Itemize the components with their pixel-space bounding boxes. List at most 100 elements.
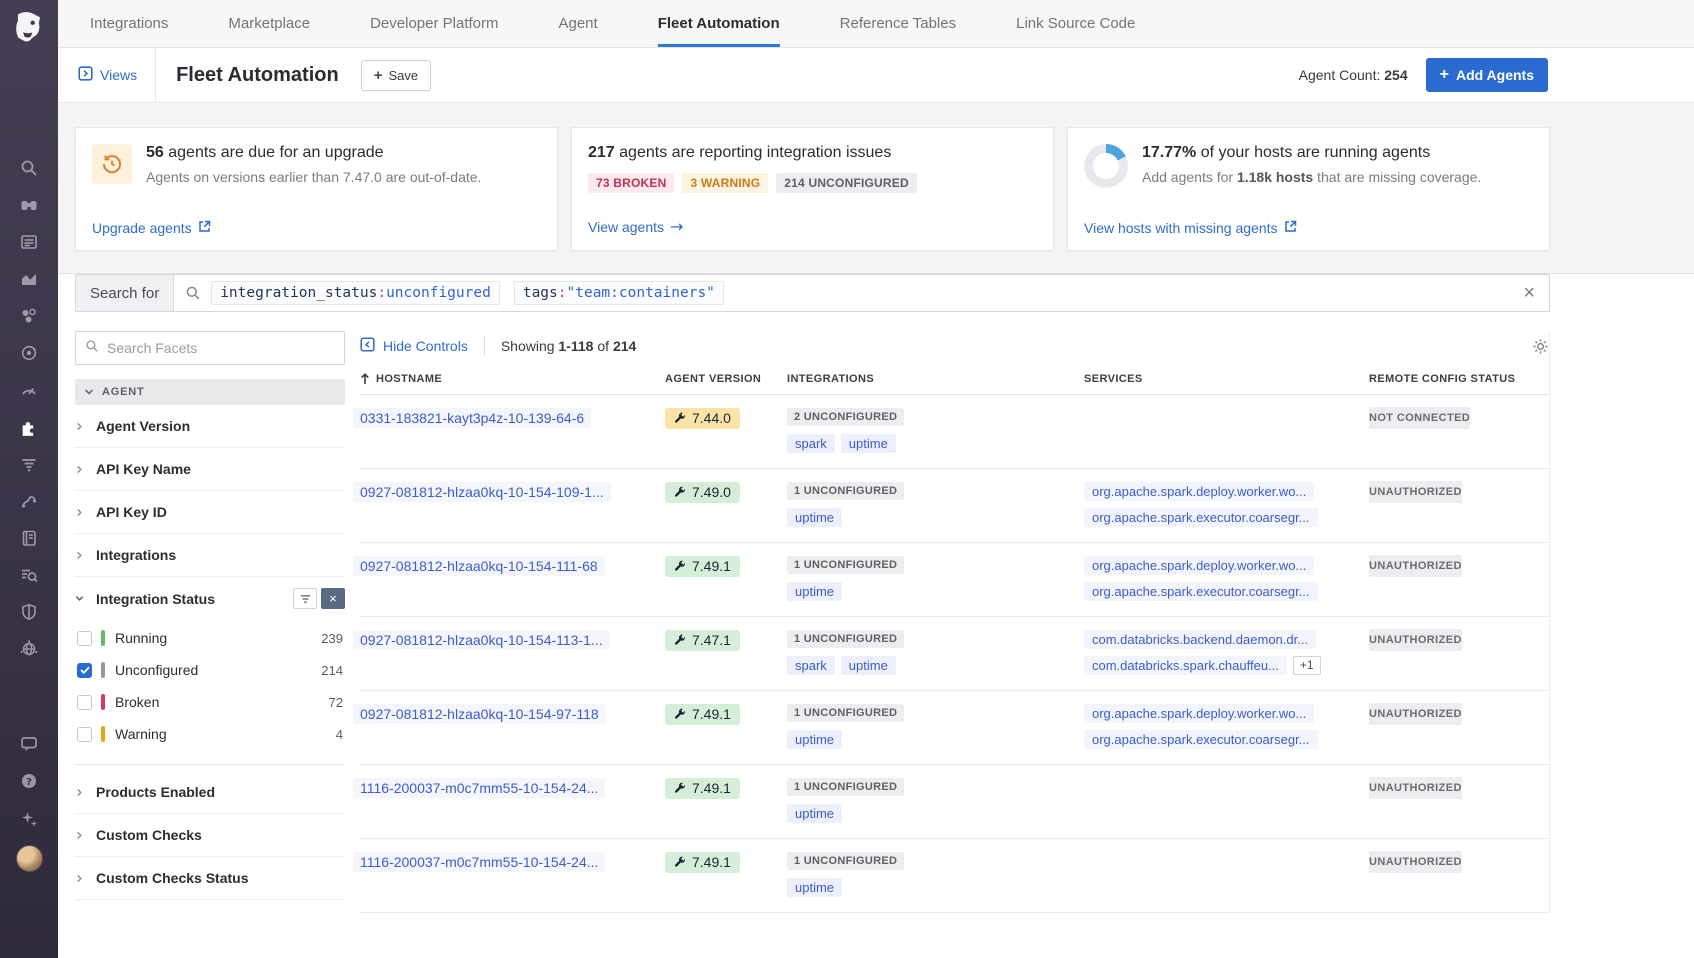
facet-option-broken[interactable]: Broken 72 <box>77 686 345 718</box>
table-settings-gear-icon[interactable] <box>1532 338 1549 355</box>
add-agents-button[interactable]: + Add Agents <box>1426 58 1548 92</box>
search-query[interactable]: integration_status:unconfigured tags:"te… <box>211 281 724 305</box>
tab-reference-tables[interactable]: Reference Tables <box>840 0 956 47</box>
view-missing-hosts-link[interactable]: View hosts with missing agents <box>1084 220 1529 236</box>
service-chip[interactable]: org.apache.spark.deploy.worker.wo... <box>1084 482 1314 501</box>
query-token-integration-status[interactable]: integration_status:unconfigured <box>211 281 500 305</box>
agent-version-badge[interactable]: 7.49.0 <box>665 482 740 503</box>
facet-integrations[interactable]: Integrations <box>75 534 345 577</box>
service-map-icon[interactable] <box>18 490 40 512</box>
checkbox-unchecked[interactable] <box>77 695 92 710</box>
facet-search[interactable] <box>75 331 345 365</box>
tab-fleet-automation[interactable]: Fleet Automation <box>658 0 780 47</box>
facet-custom-checks-status[interactable]: Custom Checks Status <box>75 857 345 900</box>
performance-gauge-icon[interactable] <box>18 379 40 401</box>
dashboards-list-icon[interactable] <box>18 231 40 253</box>
query-token-tags[interactable]: tags:"team:containers" <box>514 281 724 305</box>
integration-count-badge[interactable]: 1 UNCONFIGURED <box>787 778 904 796</box>
tab-agent[interactable]: Agent <box>558 0 597 47</box>
integration-count-badge[interactable]: 1 UNCONFIGURED <box>787 704 904 722</box>
facet-clear-button[interactable]: × <box>321 588 345 609</box>
logs-filter-icon[interactable] <box>18 453 40 475</box>
search-icon[interactable] <box>18 157 40 179</box>
infrastructure-hexagons-icon[interactable] <box>18 305 40 327</box>
chat-icon[interactable] <box>18 733 40 755</box>
column-header-services[interactable]: SERVICES <box>1084 373 1369 385</box>
integration-chip[interactable]: uptime <box>787 730 842 749</box>
integration-count-badge[interactable]: 1 UNCONFIGURED <box>787 852 904 870</box>
user-avatar[interactable] <box>16 845 43 872</box>
facet-api-key-name[interactable]: API Key Name <box>75 448 345 491</box>
view-agents-link[interactable]: View agents → <box>588 217 1033 236</box>
hostname-link[interactable]: 1116-200037-m0c7mm55-10-154-24... <box>353 778 605 798</box>
notebook-icon[interactable] <box>18 527 40 549</box>
hostname-link[interactable]: 0927-081812-hlzaa0kq-10-154-97-118 <box>353 704 606 724</box>
integration-chip[interactable]: uptime <box>787 878 842 897</box>
agent-version-badge[interactable]: 7.49.1 <box>665 704 740 725</box>
facet-group-agent[interactable]: AGENT <box>75 379 345 405</box>
service-chip[interactable]: org.apache.spark.deploy.worker.wo... <box>1084 704 1314 723</box>
integration-count-badge[interactable]: 1 UNCONFIGURED <box>787 556 904 574</box>
agent-version-badge[interactable]: 7.49.1 <box>665 556 740 577</box>
views-button[interactable]: Views <box>78 66 137 84</box>
facet-option-running[interactable]: Running 239 <box>77 622 345 654</box>
checkbox-unchecked[interactable] <box>77 631 92 646</box>
agent-version-badge[interactable]: 7.49.1 <box>665 852 740 873</box>
column-header-remote-config-status[interactable]: REMOTE CONFIG STATUS <box>1369 373 1549 385</box>
integration-chip[interactable]: uptime <box>787 508 842 527</box>
search-bar[interactable]: Search for integration_status:unconfigur… <box>75 274 1550 312</box>
service-chip[interactable]: com.databricks.backend.daemon.dr... <box>1084 630 1316 649</box>
tab-link-source-code[interactable]: Link Source Code <box>1016 0 1135 47</box>
help-icon[interactable]: ? <box>18 770 40 792</box>
facet-integration-status[interactable]: Integration Status × <box>75 577 345 620</box>
datadog-logo-icon[interactable] <box>12 10 46 49</box>
save-view-button[interactable]: + Save <box>361 60 431 91</box>
tab-developer-platform[interactable]: Developer Platform <box>370 0 498 47</box>
facet-custom-checks[interactable]: Custom Checks <box>75 814 345 857</box>
hostname-link[interactable]: 0927-081812-hlzaa0kq-10-154-111-68 <box>353 556 605 576</box>
service-chip[interactable]: org.apache.spark.executor.coarsegr... <box>1084 582 1318 601</box>
upgrade-agents-link[interactable]: Upgrade agents <box>92 220 537 236</box>
broken-badge[interactable]: 73 BROKEN <box>588 173 674 193</box>
integration-count-badge[interactable]: 1 UNCONFIGURED <box>787 482 904 500</box>
column-header-hostname[interactable]: HOSTNAME <box>360 373 665 385</box>
integration-chip[interactable]: spark <box>787 434 835 453</box>
integration-count-badge[interactable]: 1 UNCONFIGURED <box>787 630 904 648</box>
hostname-link[interactable]: 0927-081812-hlzaa0kq-10-154-109-1... <box>353 482 611 502</box>
metrics-chart-icon[interactable] <box>18 268 40 290</box>
column-header-agent-version[interactable]: AGENT VERSION <box>665 373 787 385</box>
integration-count-badge[interactable]: 2 UNCONFIGURED <box>787 408 904 426</box>
integration-chip[interactable]: spark <box>787 656 835 675</box>
facet-agent-version[interactable]: Agent Version <box>75 405 345 448</box>
watchdog-binoculars-icon[interactable] <box>18 194 40 216</box>
warning-badge[interactable]: 3 WARNING <box>682 173 768 193</box>
integration-chip[interactable]: uptime <box>787 582 842 601</box>
service-chip[interactable]: com.databricks.spark.chauffeu... <box>1084 656 1287 675</box>
agent-version-badge[interactable]: 7.44.0 <box>665 408 740 429</box>
hostname-link[interactable]: 0331-183821-kayt3p4z-10-139-64-6 <box>353 408 591 428</box>
hide-controls-button[interactable]: Hide Controls <box>360 337 468 355</box>
hostname-link[interactable]: 0927-081812-hlzaa0kq-10-154-113-1... <box>353 630 610 650</box>
more-services-badge[interactable]: +1 <box>1293 656 1321 675</box>
checkbox-unchecked[interactable] <box>77 727 92 742</box>
tab-marketplace[interactable]: Marketplace <box>228 0 310 47</box>
service-chip[interactable]: org.apache.spark.deploy.worker.wo... <box>1084 556 1314 575</box>
integration-chip[interactable]: uptime <box>841 434 896 453</box>
hostname-link[interactable]: 1116-200037-m0c7mm55-10-154-24... <box>353 852 605 872</box>
log-explorer-icon[interactable] <box>18 564 40 586</box>
facet-api-key-id[interactable]: API Key ID <box>75 491 345 534</box>
clear-search-icon[interactable]: × <box>1523 283 1535 303</box>
facet-search-input[interactable] <box>107 340 335 356</box>
facet-products-enabled[interactable]: Products Enabled <box>75 771 345 814</box>
service-chip[interactable]: org.apache.spark.executor.coarsegr... <box>1084 730 1318 749</box>
facet-option-unconfigured[interactable]: Unconfigured 214 <box>77 654 345 686</box>
integrations-puzzle-icon[interactable] <box>18 416 40 438</box>
unconfigured-badge[interactable]: 214 UNCONFIGURED <box>776 173 917 193</box>
agent-version-badge[interactable]: 7.47.1 <box>665 630 740 651</box>
agent-version-badge[interactable]: 7.49.1 <box>665 778 740 799</box>
column-header-integrations[interactable]: INTEGRATIONS <box>787 373 1084 385</box>
facet-option-warning[interactable]: Warning 4 <box>77 718 345 750</box>
network-globe-icon[interactable] <box>18 638 40 660</box>
tab-integrations[interactable]: Integrations <box>90 0 168 47</box>
checkbox-checked[interactable] <box>77 663 92 678</box>
